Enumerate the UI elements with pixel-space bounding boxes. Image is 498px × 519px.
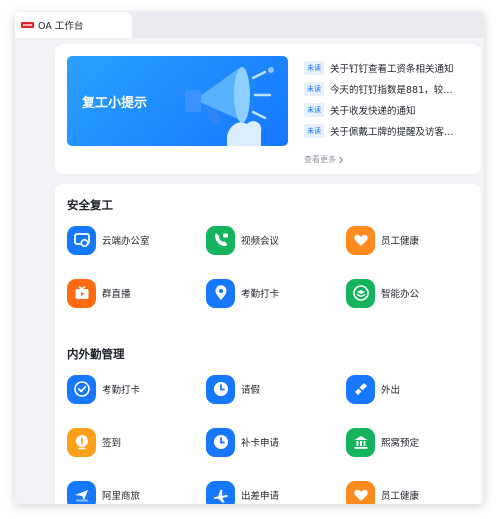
notice-title: 关于收发快递的通知	[330, 105, 416, 117]
notice-title: 关于钉钉查看工资条相关通知	[330, 63, 454, 75]
location-pin-icon	[67, 427, 96, 457]
location-pin-icon	[206, 278, 235, 308]
notice-list: 未读 关于钉钉查看工资条相关通知 未读 今天的钉钉指数是881，较… 未读 关于…	[304, 57, 474, 141]
app-smart-office[interactable]: 智能办公	[346, 278, 476, 308]
app-label: 外出	[381, 385, 401, 396]
heart-icon	[346, 480, 375, 504]
heart-icon	[346, 225, 375, 255]
apps-card: 安全复工 云端办公室 视频会议 员工健康 群直播 考勤打卡 智能办公 内外勤管理…	[55, 184, 481, 504]
live-tv-icon	[67, 278, 96, 308]
layers-icon	[346, 278, 375, 308]
app-go-out[interactable]: 外出	[346, 374, 476, 404]
unread-badge: 未读	[304, 123, 324, 138]
unread-badge: 未读	[304, 81, 324, 96]
notice-item[interactable]: 未读 关于佩戴工牌的提醒及访客…	[304, 120, 474, 141]
banner-text: 复工小提示	[82, 96, 148, 111]
app-attendance-2[interactable]: 考勤打卡	[67, 374, 197, 404]
megaphone-icon	[185, 67, 274, 146]
location-pin-icon	[67, 374, 96, 404]
app-ali-travel[interactable]: 阿里商旅	[67, 480, 197, 504]
app-label: 阿里商旅	[102, 491, 141, 502]
notice-item[interactable]: 未读 关于收发快递的通知	[304, 99, 474, 120]
section-title: 安全复工	[67, 198, 113, 212]
app-window: OA 工作台 复工小提示 未读 关于钉钉查看工资条相关通知 未读 今天的钉钉指数…	[15, 12, 484, 504]
brand-logo-icon	[21, 22, 34, 28]
app-label: 签到	[102, 438, 122, 449]
notice-title: 关于佩戴工牌的提醒及访客…	[330, 126, 454, 138]
app-video-meeting[interactable]: 视频会议	[206, 225, 336, 255]
cloud-office-icon	[67, 225, 96, 255]
app-attendance[interactable]: 考勤打卡	[206, 278, 336, 308]
notice-item[interactable]: 未读 今天的钉钉指数是881，较…	[304, 78, 474, 99]
app-label: 智能办公	[381, 289, 420, 300]
app-check-in[interactable]: 签到	[67, 427, 197, 457]
app-employee-health-2[interactable]: 员工健康	[346, 480, 476, 504]
clock-icon	[206, 427, 235, 457]
tab-title: OA 工作台	[38, 21, 84, 32]
app-label: 视频会议	[241, 236, 280, 247]
app-business-trip[interactable]: 出差申请	[206, 480, 336, 504]
workbench-main: 复工小提示 未读 关于钉钉查看工资条相关通知 未读 今天的钉钉指数是881，较……	[55, 44, 481, 504]
view-more-label: 查看更多	[304, 155, 336, 164]
app-label: 员工健康	[381, 236, 420, 247]
tab-bar: OA 工作台	[15, 12, 484, 38]
app-label: 考勤打卡	[241, 289, 280, 300]
airplane-icon	[206, 480, 235, 504]
notice-title: 今天的钉钉指数是881，较…	[330, 84, 453, 96]
section-title: 内外勤管理	[67, 347, 125, 361]
app-label: 补卡申请	[241, 438, 280, 449]
notice-item[interactable]: 未读 关于钉钉查看工资条相关通知	[304, 57, 474, 78]
chevron-right-icon	[339, 156, 344, 163]
app-label: 云端办公室	[102, 236, 150, 247]
app-label: 群直播	[102, 289, 131, 300]
building-icon	[346, 427, 375, 457]
app-group-live[interactable]: 群直播	[67, 278, 197, 308]
unread-badge: 未读	[304, 60, 324, 75]
banner[interactable]: 复工小提示	[67, 56, 288, 146]
app-label: 出差申请	[241, 491, 280, 502]
clock-icon	[206, 374, 235, 404]
pennant-icon	[346, 374, 375, 404]
app-label: 考勤打卡	[102, 385, 141, 396]
app-reissue-card[interactable]: 补卡申请	[206, 427, 336, 457]
app-room-booking[interactable]: 熙窝预定	[346, 427, 476, 457]
video-call-icon	[206, 225, 235, 255]
app-cloud-office[interactable]: 云端办公室	[67, 225, 197, 255]
view-more-link[interactable]: 查看更多	[304, 154, 344, 165]
app-label: 熙窝预定	[381, 438, 420, 449]
app-employee-health[interactable]: 员工健康	[346, 225, 476, 255]
unread-badge: 未读	[304, 102, 324, 117]
notice-card: 复工小提示 未读 关于钉钉查看工资条相关通知 未读 今天的钉钉指数是881，较……	[55, 44, 481, 174]
app-leave[interactable]: 请假	[206, 374, 336, 404]
tab-oa-workbench[interactable]: OA 工作台	[15, 12, 132, 38]
app-label: 请假	[241, 385, 261, 396]
travel-icon	[67, 480, 96, 504]
app-label: 员工健康	[381, 491, 420, 502]
